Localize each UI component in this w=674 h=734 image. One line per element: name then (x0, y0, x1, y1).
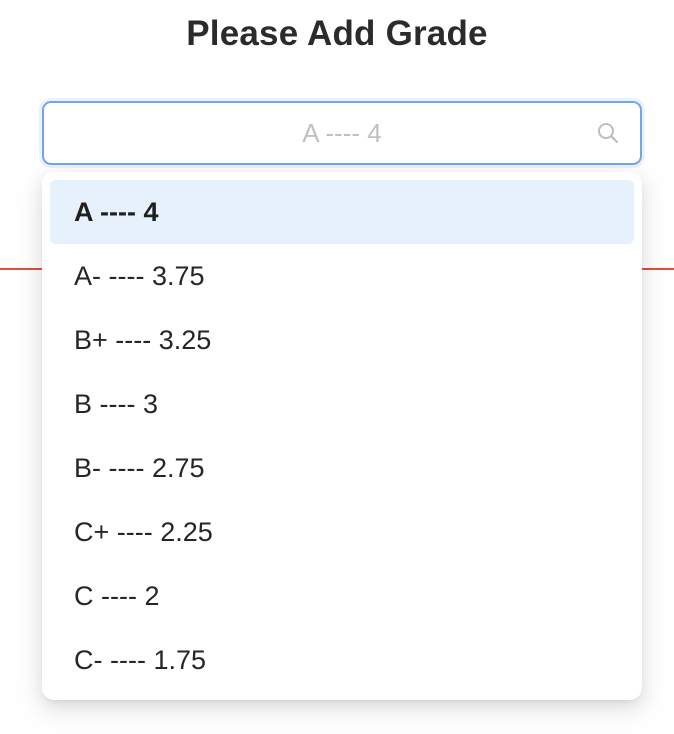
grade-option-b-plus[interactable]: B+ ---- 3.25 (50, 308, 634, 372)
add-grade-page: Please Add Grade A ---- 4 A- ---- 3.75 B… (0, 0, 674, 734)
grade-option-c-minus[interactable]: C- ---- 1.75 (50, 628, 634, 692)
page-title: Please Add Grade (186, 14, 488, 53)
grade-option-c-plus[interactable]: C+ ---- 2.25 (50, 500, 634, 564)
grade-select[interactable] (42, 101, 642, 165)
grade-dropdown-menu: A ---- 4 A- ---- 3.75 B+ ---- 3.25 B ---… (42, 172, 642, 700)
grade-search-input[interactable] (44, 103, 640, 163)
grade-option-a[interactable]: A ---- 4 (50, 180, 634, 244)
search-icon (598, 123, 619, 144)
grade-option-c[interactable]: C ---- 2 (50, 564, 634, 628)
grade-option-b[interactable]: B ---- 3 (50, 372, 634, 436)
grade-option-b-minus[interactable]: B- ---- 2.75 (50, 436, 634, 500)
grade-option-a-minus[interactable]: A- ---- 3.75 (50, 244, 634, 308)
